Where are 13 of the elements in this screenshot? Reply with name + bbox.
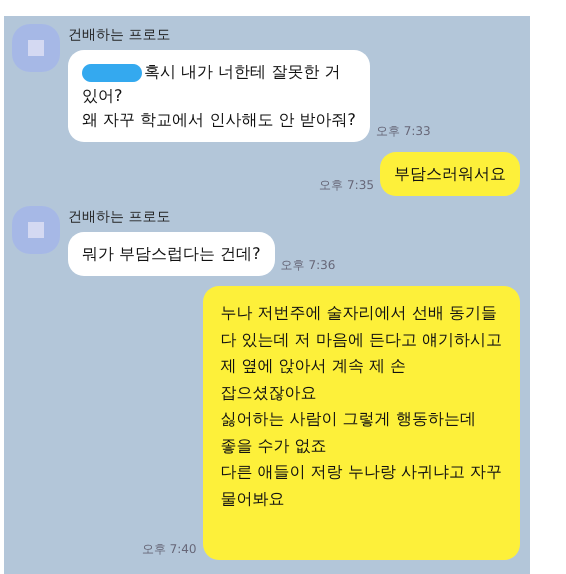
sender-name: 건배하는 프로도 xyxy=(68,26,172,44)
message-bubble: 혹시 내가 너한테 잘못한 거 있어? 왜 자꾸 학교에서 인사해도 안 받아줘? xyxy=(68,50,370,142)
avatar-icon[interactable] xyxy=(12,24,60,72)
message-time: 오후 7:33 xyxy=(376,123,431,140)
sender-name: 건배하는 프로도 xyxy=(68,208,172,226)
redaction-mark xyxy=(82,64,142,82)
message-time: 오후 7:35 xyxy=(319,177,374,194)
avatar-icon[interactable] xyxy=(12,206,60,254)
message-time: 오후 7:36 xyxy=(280,257,336,274)
message-time: 오후 7:40 xyxy=(142,541,197,558)
message-bubble: 누나 저번주에 술자리에서 선배 동기들 다 있는데 저 마음에 든다고 얘기하시고 제 옆에 앉아서 계속 제 손 잡으셨잖아요 싫어하는 사람이 그렇게 행동하는데 좋을 수가 없죠 다른 애들이 저랑 누나랑 사귀냐고 자꾸 물어봐요 xyxy=(202,286,520,560)
message-bubble: 뭐가 부담스럽다는 건데? xyxy=(68,232,275,276)
message-bubble: 부담스러워서요 xyxy=(380,152,520,196)
